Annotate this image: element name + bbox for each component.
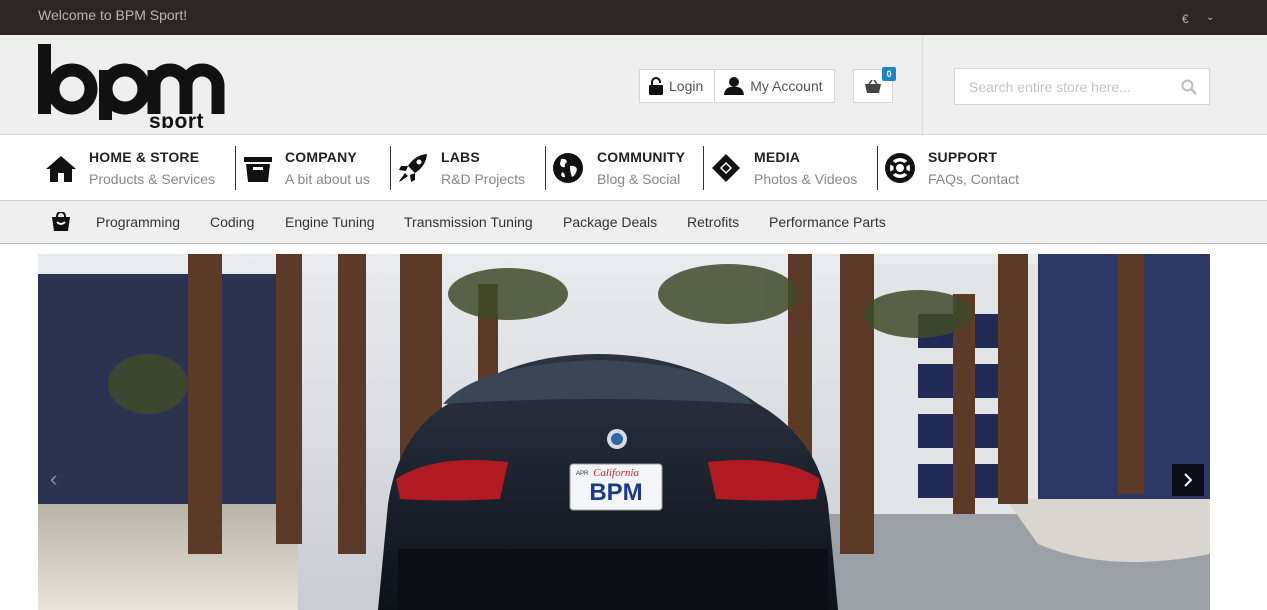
account-links: Login My Account bbox=[639, 69, 835, 103]
category-link-transmission-tuning[interactable]: Transmission Tuning bbox=[404, 214, 533, 230]
chevron-left-icon: ‹ bbox=[50, 466, 58, 491]
nav-subtitle: FAQs, Contact bbox=[928, 171, 1020, 187]
nav-title: SUPPORT bbox=[928, 149, 998, 165]
nav-company[interactable]: COMPANY A bit about us bbox=[242, 146, 382, 190]
nav-home-store[interactable]: HOME & STORE Products & Services bbox=[45, 146, 225, 190]
nav-title: MEDIA bbox=[754, 149, 801, 165]
header-divider bbox=[922, 35, 923, 135]
category-navigation: Programming Coding Engine Tuning Transmi… bbox=[0, 200, 1267, 244]
nav-separator bbox=[703, 146, 704, 190]
category-link-performance-parts[interactable]: Performance Parts bbox=[769, 214, 886, 230]
plate-text: BPM bbox=[589, 479, 642, 506]
search-box bbox=[954, 68, 1210, 105]
login-button[interactable]: Login bbox=[640, 70, 714, 102]
nav-title: COMMUNITY bbox=[597, 149, 686, 165]
category-link-programming[interactable]: Programming bbox=[96, 214, 180, 230]
nav-support[interactable]: SUPPORT FAQs, Contact bbox=[884, 146, 1034, 190]
home-icon bbox=[46, 156, 76, 182]
nav-subtitle: Products & Services bbox=[89, 171, 216, 187]
nav-subtitle: Photos & Videos bbox=[754, 171, 858, 187]
nav-subtitle: Blog & Social bbox=[597, 171, 681, 187]
category-link-coding[interactable]: Coding bbox=[210, 214, 254, 230]
nav-separator bbox=[235, 146, 236, 190]
hero-slider: California BPM APR ‹ bbox=[38, 254, 1210, 610]
site-header: sport Login My Account 0 bbox=[0, 35, 1267, 135]
user-icon bbox=[724, 77, 745, 95]
nav-separator bbox=[545, 146, 546, 190]
nav-separator bbox=[390, 146, 391, 190]
nav-media[interactable]: MEDIA Photos & Videos bbox=[710, 146, 870, 190]
search-input[interactable] bbox=[955, 69, 1165, 104]
rocket-icon bbox=[399, 154, 427, 182]
login-label: Login bbox=[669, 78, 704, 94]
slider-prev-button[interactable]: ‹ bbox=[50, 466, 70, 496]
ticket-icon bbox=[712, 154, 740, 182]
currency-chevron-icon[interactable]: ⌄ bbox=[1206, 12, 1214, 23]
nav-title: LABS bbox=[441, 149, 480, 165]
nav-community[interactable]: COMMUNITY Blog & Social bbox=[552, 146, 697, 190]
my-account-label: My Account bbox=[750, 78, 823, 94]
nav-labs[interactable]: LABS R&D Projects bbox=[397, 146, 537, 190]
chevron-right-icon bbox=[1184, 473, 1193, 487]
nav-subtitle: R&D Projects bbox=[441, 171, 526, 187]
plate-frame: APR bbox=[576, 471, 589, 477]
nav-separator bbox=[877, 146, 878, 190]
lock-icon bbox=[649, 77, 663, 95]
nav-title: HOME & STORE bbox=[89, 149, 200, 165]
currency-switcher[interactable]: € bbox=[1182, 12, 1189, 26]
cart-button[interactable]: 0 bbox=[853, 67, 896, 103]
hero-image-car: California BPM APR bbox=[38, 254, 1210, 610]
basket-icon bbox=[865, 79, 881, 93]
slider-next-button[interactable] bbox=[1172, 464, 1204, 496]
nav-subtitle: A bit about us bbox=[285, 171, 370, 187]
logo-sport-text: sport bbox=[149, 110, 204, 128]
category-link-engine-tuning[interactable]: Engine Tuning bbox=[285, 214, 375, 230]
plate-state: California bbox=[593, 467, 639, 479]
search-icon[interactable] bbox=[1181, 79, 1197, 95]
main-navigation: HOME & STORE Products & Services COMPANY… bbox=[0, 136, 1267, 200]
box-icon bbox=[244, 157, 272, 182]
globe-icon bbox=[553, 153, 583, 183]
my-account-button[interactable]: My Account bbox=[714, 70, 833, 102]
category-link-retrofits[interactable]: Retrofits bbox=[687, 214, 739, 230]
welcome-message: Welcome to BPM Sport! bbox=[38, 7, 188, 23]
top-bar: Welcome to BPM Sport! € ⌄ bbox=[0, 0, 1267, 35]
category-link-package-deals[interactable]: Package Deals bbox=[563, 214, 657, 230]
cart-count-badge: 0 bbox=[882, 67, 896, 81]
nav-title: COMPANY bbox=[285, 149, 357, 165]
lifebuoy-icon bbox=[885, 153, 915, 183]
bpm-sport-logo[interactable]: sport bbox=[36, 44, 241, 133]
shopping-bag-icon[interactable] bbox=[51, 212, 71, 232]
